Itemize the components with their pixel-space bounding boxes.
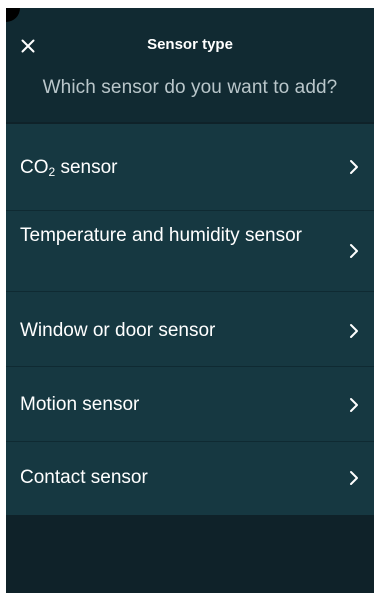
sensor-type-list: CO2 sensor Temperature and humidity sens…: [6, 124, 374, 515]
list-item-label: Contact sensor: [20, 467, 148, 488]
header: Sensor type Which sensor do you want to …: [6, 8, 374, 122]
app-screen: Sensor type Which sensor do you want to …: [6, 8, 374, 593]
list-item-label: Window or door sensor: [20, 320, 216, 341]
chevron-right-icon: [350, 398, 358, 412]
chevron-right-icon: [350, 244, 358, 258]
list-item-motion-sensor[interactable]: Motion sensor: [6, 367, 374, 441]
list-item-label: Motion sensor: [20, 394, 140, 415]
page-title: Sensor type: [147, 36, 233, 53]
chevron-right-icon: [350, 471, 358, 485]
list-item-label: Temperature and humidity sensor: [20, 225, 302, 246]
list-item-co2-sensor[interactable]: CO2 sensor: [6, 124, 374, 210]
chevron-right-icon: [350, 160, 358, 174]
list-item-window-door-sensor[interactable]: Window or door sensor: [6, 292, 374, 366]
page-subtitle: Which sensor do you want to add?: [42, 77, 338, 98]
chevron-right-icon: [350, 324, 358, 338]
list-item-contact-sensor[interactable]: Contact sensor: [6, 442, 374, 515]
list-item-label: CO2 sensor: [20, 157, 118, 179]
list-item-temperature-humidity-sensor[interactable]: Temperature and humidity sensor: [6, 211, 374, 291]
